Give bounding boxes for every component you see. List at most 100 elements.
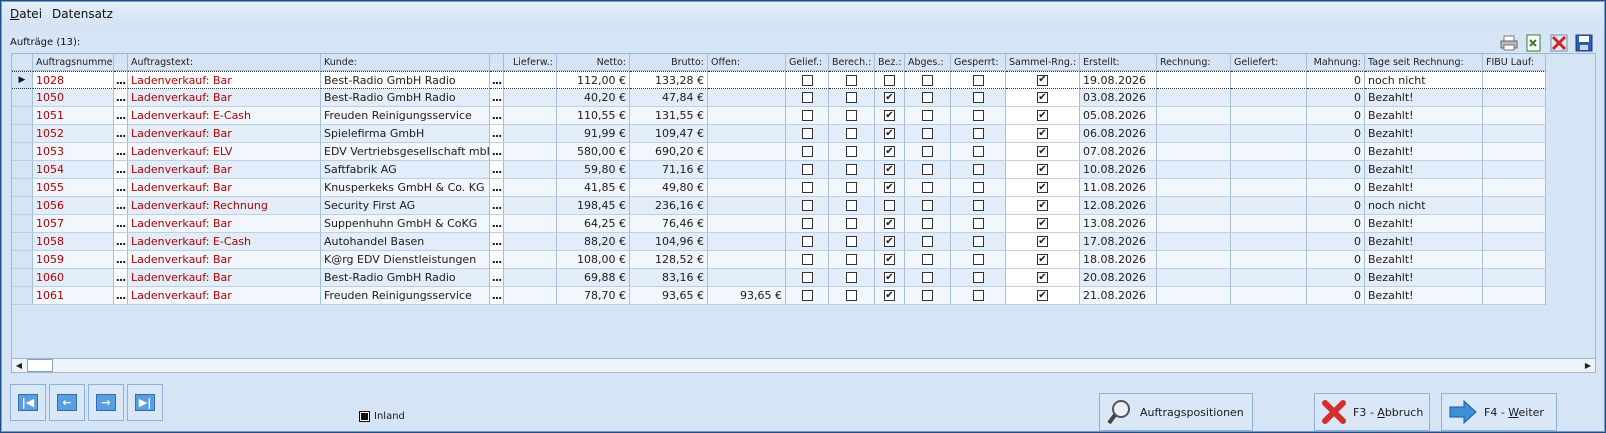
customer-lookup-button[interactable]: ... [490,161,504,179]
closed-checkbox[interactable] [922,128,933,139]
closed-checkbox-cell[interactable] [905,179,951,197]
paid-checkbox[interactable]: ✔ [884,110,895,121]
order-lookup-button[interactable]: ... [114,197,128,215]
delivered-checkbox-cell[interactable] [786,269,829,287]
billed-checkbox-cell[interactable] [829,107,875,125]
customer-lookup-button[interactable]: ... [490,179,504,197]
collective-invoice-checkbox-cell[interactable]: ✔ [1006,143,1080,161]
order-lookup-button[interactable]: ... [114,71,128,89]
row-selector[interactable]: ▶ [12,71,33,89]
collective-invoice-checkbox-cell[interactable]: ✔ [1006,197,1080,215]
column-header[interactable]: Bez.: [875,54,905,70]
closed-checkbox-cell[interactable] [905,125,951,143]
paid-checkbox[interactable]: ✔ [884,290,895,301]
delivered-checkbox[interactable] [801,182,813,193]
collective-invoice-checkbox-cell[interactable]: ✔ [1006,125,1080,143]
billed-checkbox[interactable] [846,200,857,211]
closed-checkbox[interactable] [922,254,933,265]
order-lookup-button[interactable]: ... [114,215,128,233]
closed-checkbox-cell[interactable] [905,269,951,287]
billed-checkbox-cell[interactable] [829,269,875,287]
horizontal-scrollbar[interactable]: ◀ ▶ [11,358,1596,373]
locked-checkbox[interactable] [972,236,984,247]
delivered-checkbox[interactable] [801,254,813,265]
locked-checkbox[interactable] [972,200,984,211]
column-header[interactable]: Auftragstext: [128,54,321,70]
customer-lookup-button[interactable]: ... [490,287,504,305]
paid-checkbox-cell[interactable]: ✔ [875,107,905,125]
closed-checkbox-cell[interactable] [905,89,951,107]
delivered-checkbox[interactable] [801,164,813,175]
table-row[interactable]: 1056... Ladenverkauf: Rechnung Security Fi… [12,197,1546,215]
abbruch-button[interactable]: F3 - Abbruch [1314,393,1430,431]
column-header[interactable]: Rechnung: [1157,54,1231,70]
delivered-checkbox[interactable] [801,128,813,139]
delivered-checkbox[interactable] [801,92,813,103]
table-row[interactable]: 1050... Ladenverkauf: Bar Best-Radio GmbH … [12,89,1546,107]
locked-checkbox-cell[interactable] [951,143,1006,161]
paid-checkbox-cell[interactable] [875,71,905,89]
scroll-right-icon[interactable]: ▶ [1581,359,1595,372]
closed-checkbox[interactable] [922,218,933,229]
locked-checkbox-cell[interactable] [951,71,1006,89]
locked-checkbox-cell[interactable] [951,125,1006,143]
table-row[interactable]: 1061... Ladenverkauf: Bar Freuden Reinigun… [12,287,1546,305]
collective-invoice-checkbox-cell[interactable]: ✔ [1006,161,1080,179]
billed-checkbox-cell[interactable] [829,251,875,269]
closed-checkbox[interactable] [922,92,933,103]
order-lookup-button[interactable]: ... [114,125,128,143]
closed-checkbox-cell[interactable] [905,161,951,179]
billed-checkbox-cell[interactable] [829,71,875,89]
order-lookup-button[interactable]: ... [114,143,128,161]
locked-checkbox-cell[interactable] [951,107,1006,125]
billed-checkbox[interactable] [846,74,857,86]
locked-checkbox-cell[interactable] [951,89,1006,107]
order-lookup-button[interactable]: ... [114,233,128,251]
collective-invoice-checkbox-cell[interactable]: ✔ [1006,71,1080,89]
locked-checkbox-cell[interactable] [951,215,1006,233]
billed-checkbox[interactable] [846,164,857,175]
locked-checkbox[interactable] [972,290,984,301]
locked-checkbox[interactable] [972,92,984,103]
last-record-button[interactable]: ▶| [127,384,163,421]
column-header[interactable]: Gesperrt: [951,54,1006,70]
column-header[interactable]: Mahnung: [1307,54,1365,70]
collective-invoice-checkbox[interactable]: ✔ [1037,74,1048,86]
collective-invoice-checkbox[interactable]: ✔ [1037,272,1048,283]
paid-checkbox-cell[interactable]: ✔ [875,179,905,197]
collective-invoice-checkbox-cell[interactable]: ✔ [1006,179,1080,197]
collective-invoice-checkbox[interactable]: ✔ [1037,236,1048,247]
collective-invoice-checkbox[interactable]: ✔ [1037,200,1048,211]
collective-invoice-checkbox[interactable]: ✔ [1037,128,1048,139]
billed-checkbox-cell[interactable] [829,161,875,179]
billed-checkbox[interactable] [846,254,857,265]
closed-checkbox-cell[interactable] [905,233,951,251]
paid-checkbox-cell[interactable]: ✔ [875,89,905,107]
collective-invoice-checkbox-cell[interactable]: ✔ [1006,107,1080,125]
column-header[interactable]: Netto: [557,54,630,70]
locked-checkbox-cell[interactable] [951,251,1006,269]
row-selector[interactable] [12,89,33,107]
locked-checkbox[interactable] [972,272,984,283]
menu-datensatz[interactable]: Datensatz [52,7,113,21]
closed-checkbox[interactable] [922,146,933,157]
collective-invoice-checkbox[interactable]: ✔ [1037,110,1048,121]
customer-lookup-button[interactable]: ... [490,143,504,161]
collective-invoice-checkbox-cell[interactable]: ✔ [1006,233,1080,251]
column-header[interactable]: Erstellt: [1080,54,1157,70]
delivered-checkbox-cell[interactable] [786,125,829,143]
delivered-checkbox-cell[interactable] [786,179,829,197]
row-selector[interactable] [12,179,33,197]
locked-checkbox-cell[interactable] [951,287,1006,305]
billed-checkbox[interactable] [846,146,857,157]
billed-checkbox-cell[interactable] [829,179,875,197]
column-header[interactable]: FIBU Lauf: [1483,54,1546,70]
paid-checkbox-cell[interactable]: ✔ [875,215,905,233]
delivered-checkbox-cell[interactable] [786,215,829,233]
collective-invoice-checkbox-cell[interactable]: ✔ [1006,215,1080,233]
delivered-checkbox-cell[interactable] [786,251,829,269]
order-lookup-button[interactable]: ... [114,251,128,269]
collective-invoice-checkbox-cell[interactable]: ✔ [1006,269,1080,287]
closed-checkbox-cell[interactable] [905,287,951,305]
billed-checkbox-cell[interactable] [829,125,875,143]
